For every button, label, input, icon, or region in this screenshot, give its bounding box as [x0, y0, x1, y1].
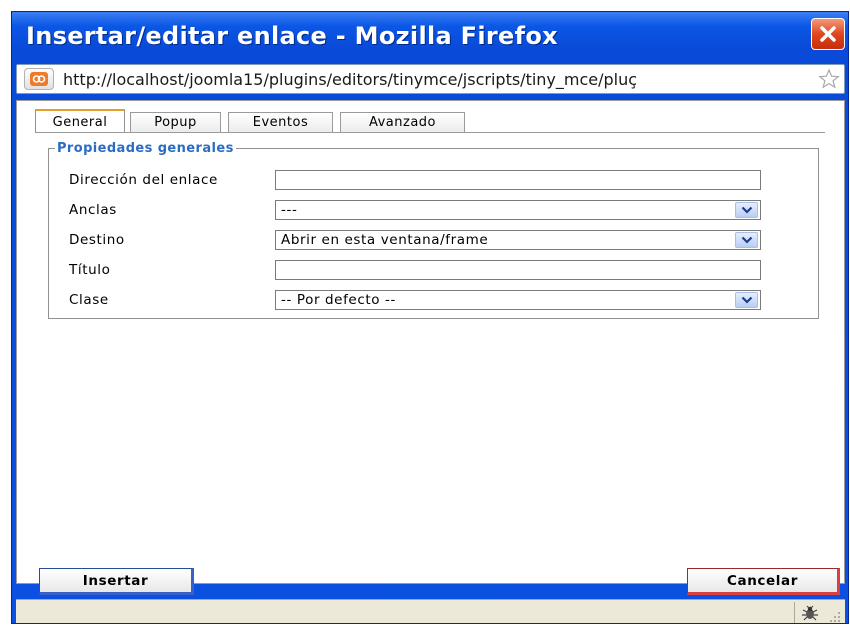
title-label: Título — [69, 262, 111, 278]
url-text[interactable]: http://localhost/joomla15/plugins/editor… — [63, 70, 808, 89]
chevron-down-icon[interactable] — [735, 232, 758, 248]
class-select[interactable]: -- Por defecto -- — [275, 290, 761, 310]
target-select[interactable]: Abrir en esta ventana/frame — [275, 230, 761, 250]
tab-divider — [35, 132, 825, 133]
window-title: Insertar/editar enlace - Mozilla Firefox — [26, 22, 558, 50]
class-select-value: -- Por defecto -- — [281, 292, 396, 308]
cancel-button[interactable]: Cancelar — [687, 568, 840, 595]
anchors-label: Anclas — [69, 202, 117, 218]
anchors-select[interactable]: --- — [275, 200, 761, 220]
title-bar[interactable]: Insertar/editar enlace - Mozilla Firefox — [12, 12, 848, 58]
class-label: Clase — [69, 292, 109, 308]
target-label: Destino — [69, 232, 125, 248]
close-button[interactable] — [811, 18, 845, 50]
resize-grip-icon[interactable] — [828, 610, 842, 622]
firebug-icon[interactable] — [801, 605, 819, 621]
status-divider — [794, 602, 795, 623]
link-address-input[interactable] — [275, 170, 761, 190]
tab-avanzado[interactable]: Avanzado — [340, 112, 465, 132]
bookmark-star-icon[interactable] — [818, 68, 840, 90]
status-bar — [16, 599, 845, 623]
tab-general[interactable]: General — [35, 109, 125, 133]
tab-popup[interactable]: Popup — [130, 112, 221, 132]
dialog-content: General Popup Eventos Avanzado Propiedad… — [16, 100, 845, 584]
target-select-value: Abrir en esta ventana/frame — [281, 232, 489, 248]
close-icon — [820, 26, 836, 42]
chevron-down-icon[interactable] — [735, 292, 758, 308]
anchors-select-value: --- — [281, 202, 298, 218]
url-bar[interactable]: http://localhost/joomla15/plugins/editor… — [16, 64, 845, 94]
tab-eventos[interactable]: Eventos — [228, 112, 333, 132]
link-address-label: Dirección del enlace — [69, 172, 218, 188]
site-identity-icon[interactable] — [24, 68, 54, 90]
insert-button[interactable]: Insertar — [39, 568, 194, 595]
dialog-window: Insertar/editar enlace - Mozilla Firefox… — [11, 11, 849, 624]
chevron-down-icon[interactable] — [735, 202, 758, 218]
fieldset-legend: Propiedades generales — [57, 141, 234, 156]
title-input[interactable] — [275, 260, 761, 280]
